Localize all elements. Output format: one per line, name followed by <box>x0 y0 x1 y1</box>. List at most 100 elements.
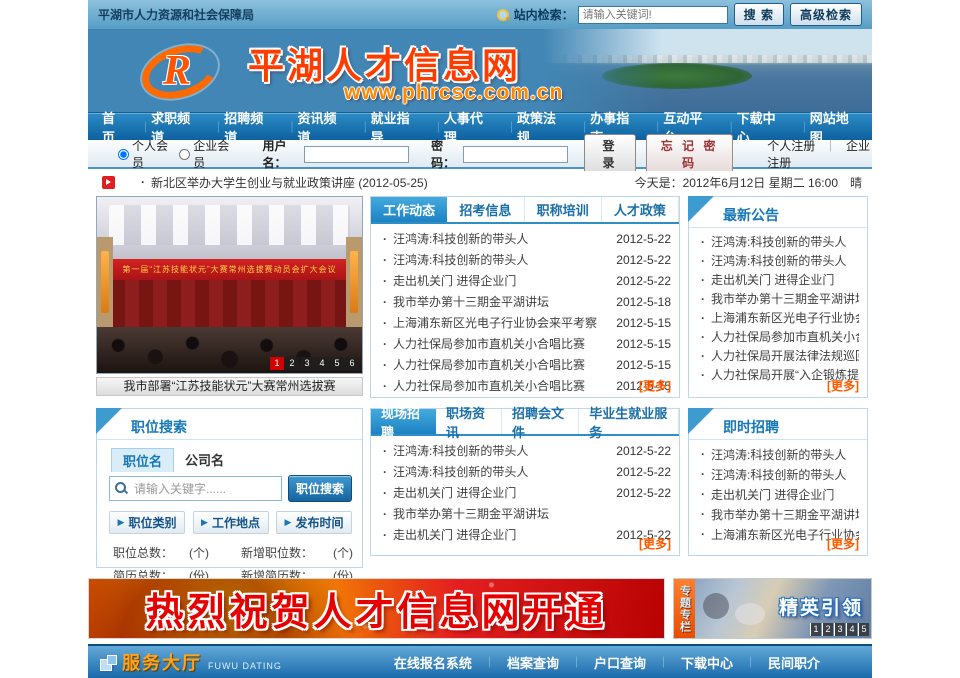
announcement-icon <box>102 176 115 189</box>
forgot-password-button[interactable]: 忘 记 密 码 <box>646 134 733 174</box>
tab-jobfair-files[interactable]: 招聘会文件 <box>502 409 579 434</box>
instant-item[interactable]: 汪鸿涛:科技创新的带头人 <box>697 444 859 464</box>
tab-talent-policy[interactable]: 人才政策 <box>602 197 679 222</box>
announce-item[interactable]: 走出机关门 进得企业门 <box>697 270 859 289</box>
service-hall-bar: 服务大厅 FUWU DATING 在线报名系统 档案查询 户口查询 下载中心 民… <box>88 644 872 678</box>
filter-category-button[interactable]: ▶职位类别 <box>109 511 185 534</box>
username-label: 用户名： <box>263 137 303 171</box>
announce-item[interactable]: 汪鸿涛:科技创新的带头人 <box>697 251 859 270</box>
tab-career-info[interactable]: 职场资讯 <box>436 409 502 434</box>
announce-item[interactable]: 人力社保局开展法律法规巡回培训 <box>697 346 859 365</box>
member-type-company[interactable]: 企业会员 <box>179 137 230 171</box>
special-column-label[interactable]: 专题专栏 <box>674 579 695 638</box>
pager-6[interactable]: 6 <box>345 357 359 370</box>
svc-link-archive-query[interactable]: 档案查询 <box>507 653 594 672</box>
header-photo <box>542 29 872 112</box>
job-search-button[interactable]: 职位搜索 <box>288 475 352 502</box>
photo-carousel[interactable]: 第一届“江苏技能状元”大赛常州选拔赛动员会扩大会议 1 2 3 4 5 6 <box>96 196 363 374</box>
service-hall-title: 服务大厅 <box>122 649 202 675</box>
tab-company-name[interactable]: 公司名 <box>174 448 235 472</box>
news-item[interactable]: 汪鸿涛:科技创新的带头人2012-5-22 <box>379 461 671 482</box>
pager-1[interactable]: 1 <box>270 357 284 370</box>
tab-graduate-service[interactable]: 毕业生就业服务 <box>579 409 679 434</box>
more-link[interactable]: [更多] <box>639 377 671 394</box>
news-item[interactable]: 我市举办第十三期金平湖讲坛2012-5-18 <box>379 291 671 312</box>
triangle-icon: ▶ <box>201 517 208 528</box>
member-type-personal[interactable]: 个人会员 <box>118 137 169 171</box>
instant-item[interactable]: 我市举办第十三期金平湖讲坛 <box>697 504 859 524</box>
filter-date-button[interactable]: ▶发布时间 <box>276 511 352 534</box>
login-button[interactable]: 登 录 <box>584 134 636 174</box>
news-item[interactable]: 走出机关门 进得企业门2012-5-22 <box>379 482 671 503</box>
news-item[interactable]: 我市举办第十三期金平湖讲坛 <box>379 503 671 524</box>
svc-link-private-agency[interactable]: 民间职介 <box>768 653 820 672</box>
personal-radio[interactable] <box>118 149 129 160</box>
news-item[interactable]: 人力社保局参加市直机关小合唱比赛2012-5-15 <box>379 354 671 375</box>
pager-4[interactable]: 4 <box>846 623 857 636</box>
news-item[interactable]: 上海浦东新区光电子行业协会来平考察2012-5-15 <box>379 312 671 333</box>
elite-banner-photo: 精英引领 1 2 3 4 5 <box>695 579 871 638</box>
elite-banner-text: 精英引领 <box>779 593 863 620</box>
tab-title-training[interactable]: 职称培训 <box>525 197 602 222</box>
org-name: 平湖市人力资源和社会保障局 <box>98 6 254 23</box>
triangle-icon: ▶ <box>118 517 125 528</box>
username-field[interactable] <box>304 146 409 163</box>
pager-1[interactable]: 1 <box>810 623 821 636</box>
photo-caption[interactable]: 我市部署“江苏技能状元”大赛常州选拔赛 <box>96 377 363 396</box>
announce-item[interactable]: 上海浦东新区光电子行业协会来平考 <box>697 308 859 327</box>
instant-item[interactable]: 走出机关门 进得企业门 <box>697 484 859 504</box>
search-button[interactable]: 搜 索 <box>734 3 784 26</box>
news-ticker: · 新北区举办大学生创业与就业政策讲座 (2012-05-25) 今天是：201… <box>88 171 872 193</box>
personal-register-link[interactable]: 个人注册 <box>767 139 815 153</box>
tab-exam-info[interactable]: 招考信息 <box>447 197 524 222</box>
news-item[interactable]: 走出机关门 进得企业门2012-5-22 <box>379 524 671 545</box>
news-item[interactable]: 汪鸿涛:科技创新的带头人2012-5-22 <box>379 249 671 270</box>
elite-banner-pager: 1 2 3 4 5 <box>809 623 869 636</box>
announce-item[interactable]: 我市举办第十三期金平湖讲坛 <box>697 289 859 308</box>
photo-ceiling <box>97 197 362 259</box>
password-field[interactable] <box>463 146 568 163</box>
more-link[interactable]: [更多] <box>827 535 859 552</box>
keyword-search-icon <box>115 482 127 494</box>
pager-2[interactable]: 2 <box>285 357 299 370</box>
more-link[interactable]: [更多] <box>827 377 859 394</box>
tab-position-name[interactable]: 职位名 <box>111 448 174 472</box>
svc-link-download-center[interactable]: 下载中心 <box>681 653 768 672</box>
main-nav: 首页 求职频道 招聘频道 资讯频道 就业指导 人事代理 政策法规 办事指南 互动… <box>88 113 872 140</box>
pager-4[interactable]: 4 <box>315 357 329 370</box>
ticker-news-link[interactable]: 新北区举办大学生创业与就业政策讲座 (2012-05-25) <box>151 174 428 191</box>
svc-link-online-signup[interactable]: 在线报名系统 <box>394 653 507 672</box>
special-column-banner[interactable]: 专题专栏 精英引领 1 2 3 4 5 <box>673 578 872 639</box>
svc-link-hukou-query[interactable]: 户口查询 <box>594 653 681 672</box>
photo-curtain <box>97 280 362 332</box>
news-item[interactable]: 人力社保局参加市直机关小合唱比赛2012-5-15 <box>379 333 671 354</box>
announce-item[interactable]: 汪鸿涛:科技创新的带头人 <box>697 232 859 251</box>
site-logo-icon[interactable]: R <box>133 37 243 105</box>
cubes-icon <box>100 655 114 669</box>
pager-3[interactable]: 3 <box>300 357 314 370</box>
tab-work-news[interactable]: 工作动态 <box>371 197 447 222</box>
pager-2[interactable]: 2 <box>822 623 833 636</box>
announce-item[interactable]: 人力社保局参加市直机关小合唱比赛 <box>697 327 859 346</box>
instant-recruit-panel: 即时招聘 汪鸿涛:科技创新的带头人 汪鸿涛:科技创新的带头人 走出机关门 进得企… <box>688 408 868 556</box>
keyword-input[interactable] <box>109 476 282 501</box>
celebration-banner[interactable]: 热烈祝贺人才信息网开通 <box>88 578 665 639</box>
filter-location-button[interactable]: ▶工作地点 <box>193 511 269 534</box>
pager-3[interactable]: 3 <box>834 623 845 636</box>
site-search-input[interactable] <box>578 6 728 24</box>
company-radio[interactable] <box>179 149 190 160</box>
more-link[interactable]: [更多] <box>639 535 671 552</box>
tab-onsite-recruit[interactable]: 现场招聘 <box>371 409 436 434</box>
password-label: 密码： <box>431 137 461 171</box>
news-item[interactable]: 人力社保局参加市直机关小合唱比赛2012-5-15 <box>379 375 671 396</box>
news-item[interactable]: 走出机关门 进得企业门2012-5-22 <box>379 270 671 291</box>
instant-item[interactable]: 汪鸿涛:科技创新的带头人 <box>697 464 859 484</box>
news-item[interactable]: 汪鸿涛:科技创新的带头人2012-5-22 <box>379 440 671 461</box>
site-search-label: 站内检索： <box>514 6 574 23</box>
login-bar: 个人会员 企业会员 用户名： 密码： 登 录 忘 记 密 码 个人注册 ｜ 企业… <box>88 141 872 169</box>
news-item[interactable]: 汪鸿涛:科技创新的带头人2012-5-22 <box>379 228 671 249</box>
triangle-icon: ▶ <box>285 517 292 528</box>
pager-5[interactable]: 5 <box>858 623 869 636</box>
pager-5[interactable]: 5 <box>330 357 344 370</box>
advanced-search-button[interactable]: 高级检索 <box>790 3 862 26</box>
